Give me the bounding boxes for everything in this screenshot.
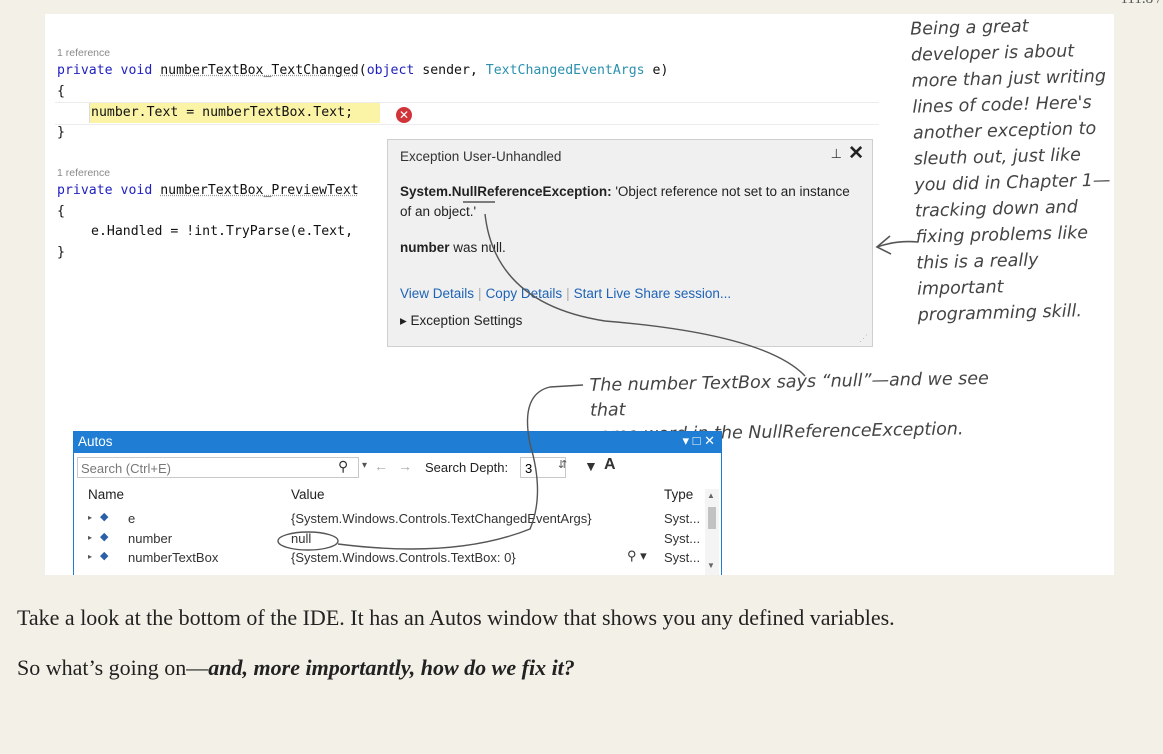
- scroll-thumb[interactable]: [708, 507, 716, 529]
- keyword: private void: [57, 183, 153, 198]
- search-depth-label: Search Depth:: [425, 460, 509, 475]
- filter-icon[interactable]: ▼: [584, 458, 598, 474]
- chevron-down-icon[interactable]: ▾: [362, 460, 367, 471]
- exception-settings-label: Exception Settings: [410, 313, 523, 328]
- copy-details-link[interactable]: Copy Details: [486, 286, 563, 301]
- autos-title-bar: Autos ▾ □ ✕: [74, 432, 721, 453]
- close-icon[interactable]: ✕: [848, 142, 864, 165]
- exception-type: System.NullReferenceException:: [400, 184, 612, 199]
- live-share-link[interactable]: Start Live Share session...: [574, 286, 732, 301]
- autos-title: Autos: [78, 434, 113, 449]
- keyword-object: object: [366, 63, 415, 78]
- scroll-down-icon[interactable]: ▼: [707, 561, 715, 570]
- search-icon[interactable]: ⚲: [338, 458, 348, 475]
- dropdown-icon[interactable]: ▾: [682, 433, 689, 448]
- exception-message: System.NullReferenceException: 'Object r…: [400, 182, 850, 222]
- variable-icon: ◆: [100, 511, 109, 523]
- variable-icon: ◆: [100, 531, 109, 543]
- body-paragraph-2-emphasis: and, more importantly, how do we fix it?: [208, 655, 575, 680]
- view-details-link[interactable]: View Details: [400, 286, 474, 301]
- pin-icon[interactable]: ⊥: [831, 146, 842, 162]
- code-line-method-signature-2: private void numberTextBox_PreviewText: [57, 183, 359, 198]
- brace-open-1: {: [57, 84, 65, 99]
- row-name: e: [128, 511, 136, 526]
- search-input[interactable]: Search (Ctrl+E): [77, 457, 359, 478]
- row-value: {System.Windows.Controls.TextBox: 0}: [291, 550, 516, 565]
- current-line-rule-bottom: [55, 124, 879, 125]
- autos-window: Autos ▾ □ ✕ Search (Ctrl+E) ⚲ ▾ ← → Sear…: [73, 431, 722, 575]
- expander-icon[interactable]: ▸: [88, 552, 92, 561]
- expander-icon[interactable]: ▸: [88, 533, 92, 542]
- expander-icon: ▸: [400, 313, 407, 328]
- row-name: numberTextBox: [128, 550, 219, 565]
- brace-close-2: }: [57, 245, 65, 260]
- maximize-icon[interactable]: □: [693, 433, 701, 448]
- exception-title: Exception User-Unhandled: [400, 149, 562, 164]
- type-name[interactable]: TextChangedEventArgs: [486, 63, 645, 78]
- method-name[interactable]: numberTextBox_PreviewText: [160, 183, 359, 198]
- error-icon[interactable]: ✕: [396, 107, 412, 123]
- code-line-failing-statement[interactable]: number.Text = numberTextBox.Text;: [91, 105, 353, 120]
- column-header-name[interactable]: Name: [88, 487, 124, 502]
- text-format-icon[interactable]: A: [604, 456, 616, 474]
- back-arrow-icon[interactable]: ←: [374, 458, 388, 474]
- forward-arrow-icon[interactable]: →: [398, 458, 412, 474]
- resize-grip-icon[interactable]: ⋰: [859, 333, 868, 344]
- magnifier-icon[interactable]: ⚲ ▾: [627, 548, 647, 564]
- exception-settings-toggle[interactable]: ▸ Exception Settings: [400, 313, 522, 329]
- reference-count-2[interactable]: 1 reference: [57, 167, 110, 179]
- body-paragraph-2: So what’s going on—and, more importantly…: [17, 655, 575, 681]
- variable-icon: ◆: [100, 550, 109, 562]
- code-line-method-signature-1: private void numberTextBox_TextChanged(o…: [57, 63, 668, 78]
- exception-links: View Details | Copy Details | Start Live Sha…: [400, 286, 732, 301]
- body-paragraph-2-plain: So what’s going on—: [17, 655, 209, 680]
- brace-close-1: }: [57, 125, 65, 140]
- scroll-up-icon[interactable]: ▲: [707, 491, 715, 500]
- row-type: Syst...: [664, 511, 701, 526]
- vertical-scrollbar[interactable]: ▲ ▼: [705, 489, 719, 575]
- arrow-to-popup: [876, 240, 919, 248]
- row-value: null: [291, 531, 312, 546]
- keyword: private void: [57, 63, 153, 78]
- row-name: number: [128, 531, 173, 546]
- method-name[interactable]: numberTextBox_TextChanged: [160, 63, 359, 78]
- expander-icon[interactable]: ▸: [88, 513, 92, 522]
- close-icon[interactable]: ✕: [704, 433, 715, 448]
- paren: (: [358, 63, 367, 78]
- exception-helper-popup: Exception User-Unhandled ⊥ ✕ System.Null…: [387, 139, 873, 347]
- row-type: Syst...: [664, 550, 701, 565]
- column-header-type[interactable]: Type: [664, 487, 693, 502]
- window-controls: ▾ □ ✕: [682, 433, 715, 449]
- column-header-value[interactable]: Value: [291, 487, 325, 502]
- annotation-line-1: The number TextBox says “null”—and we se…: [589, 368, 990, 421]
- row-value: {System.Windows.Controls.TextChangedEven…: [291, 511, 592, 526]
- page-number-fragment: 111.8 /: [1120, 0, 1161, 8]
- null-variable-name: number: [400, 240, 450, 255]
- param-sender: sender,: [414, 63, 486, 78]
- ide-screenshot-figure: 1 reference private void numberTextBox_T…: [45, 14, 1114, 575]
- body-paragraph-1: Take a look at the bottom of the IDE. It…: [17, 605, 895, 630]
- row-type: Syst...: [664, 531, 701, 546]
- code-line-handled: e.Handled = !int.TryParse(e.Text,: [91, 224, 354, 239]
- null-variable-rest: was null.: [449, 240, 506, 255]
- param-e: e): [644, 63, 669, 78]
- spinner-icon[interactable]: ⇵: [558, 458, 567, 471]
- null-variable-note: number was null.: [400, 240, 506, 255]
- reference-count-1[interactable]: 1 reference: [57, 47, 110, 59]
- annotation-developer-tip: Being a great developer is about more th…: [910, 16, 1111, 326]
- arrowhead-popup: [875, 235, 892, 255]
- brace-open-2: {: [57, 204, 65, 219]
